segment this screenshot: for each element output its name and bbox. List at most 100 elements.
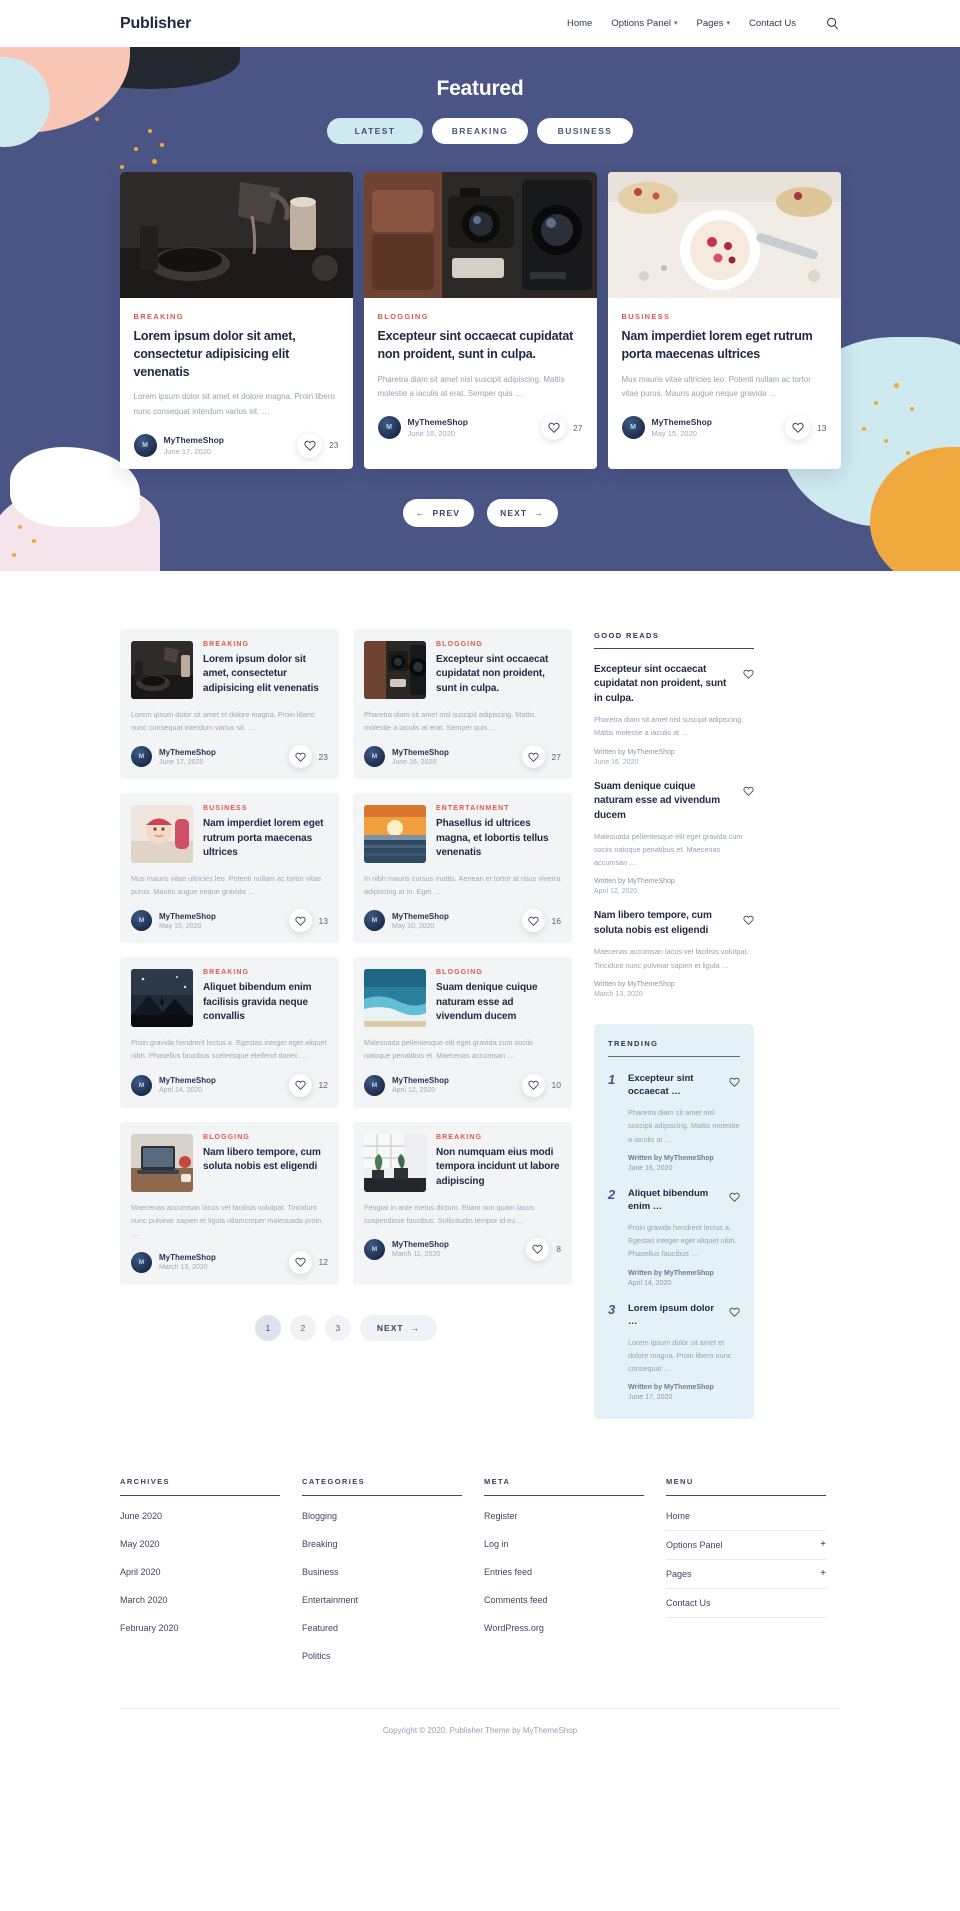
like-control[interactable]: 12 — [288, 1073, 328, 1097]
trending-title[interactable]: Lorem ipsum dolor … — [628, 1302, 723, 1330]
like-control[interactable]: 23 — [297, 432, 339, 458]
post-author[interactable]: M MyThemeShop June 16, 2020 — [377, 416, 468, 440]
heart-icon[interactable] — [288, 745, 312, 769]
post-author[interactable]: M MyThemeShop April 12, 2020 — [364, 1074, 449, 1096]
heart-icon[interactable] — [729, 1302, 740, 1322]
post-author[interactable]: M MyThemeShop April 14, 2020 — [131, 1074, 216, 1096]
footer-link[interactable]: Blogging — [302, 1502, 462, 1530]
like-control[interactable]: 8 — [526, 1237, 561, 1261]
next-button[interactable]: NEXT → — [486, 498, 558, 527]
heart-icon[interactable] — [526, 1237, 550, 1261]
post-category[interactable]: BREAKING — [134, 312, 339, 321]
footer-link[interactable]: Featured — [302, 1614, 462, 1642]
pagination-next-button[interactable]: NEXT → — [359, 1314, 438, 1341]
trending-item[interactable]: 3 Lorem ipsum dolor … Lorem ipsum dolor … — [608, 1287, 740, 1401]
post-card[interactable]: BREAKING Lorem ipsum dolor sit amet, con… — [120, 628, 339, 780]
post-title[interactable]: Phasellus id ultrices magna, et lobortis… — [436, 817, 561, 861]
good-reads-item[interactable]: Excepteur sint occaecat cupidatat non pr… — [594, 649, 754, 766]
post-category[interactable]: BLOGGING — [203, 1134, 328, 1141]
post-card[interactable]: BREAKING Aliquet bibendum enim facilisis… — [120, 957, 339, 1108]
footer-link[interactable]: February 2020 — [120, 1614, 280, 1642]
search-icon[interactable] — [825, 16, 840, 31]
trending-item[interactable]: 1 Excepteur sint occaecat … Pharetra dia… — [608, 1057, 740, 1172]
heart-icon[interactable] — [521, 745, 545, 769]
heart-icon[interactable] — [288, 909, 312, 933]
tab-business[interactable]: BUSINESS — [537, 118, 633, 144]
trending-title[interactable]: Aliquet bibendum enim … — [628, 1187, 723, 1215]
nav-item-home[interactable]: Home — [567, 18, 592, 29]
post-author[interactable]: M MyThemeShop May 10, 2020 — [364, 910, 449, 932]
post-card[interactable]: BLOGGING Suam denique cuique naturam ess… — [353, 957, 572, 1108]
featured-card[interactable]: BUSINESS Nam imperdiet lorem eget rutrum… — [607, 172, 841, 469]
trending-title[interactable]: Excepteur sint occaecat … — [628, 1072, 723, 1100]
like-control[interactable]: 16 — [521, 909, 561, 933]
good-reads-title[interactable]: Excepteur sint occaecat cupidatat non pr… — [594, 663, 735, 707]
footer-link[interactable]: Options Panel + — [666, 1531, 826, 1561]
post-title[interactable]: Lorem ipsum dolor sit amet, consectetur … — [134, 328, 339, 381]
nav-item-options-panel[interactable]: Options Panel ▾ — [611, 18, 677, 29]
heart-icon[interactable] — [729, 1072, 740, 1092]
post-title[interactable]: Lorem ipsum dolor sit amet, consectetur … — [203, 653, 328, 697]
post-category[interactable]: BUSINESS — [203, 805, 328, 812]
post-card[interactable]: BLOGGING Excepteur sint occaecat cupidat… — [353, 628, 572, 780]
featured-card[interactable]: BREAKING Lorem ipsum dolor sit amet, con… — [119, 172, 353, 469]
post-title[interactable]: Excepteur sint occaecat cupidatat non pr… — [378, 328, 583, 364]
heart-icon[interactable] — [743, 663, 754, 684]
post-category[interactable]: BREAKING — [436, 1134, 561, 1141]
footer-link[interactable]: Entries feed — [484, 1558, 644, 1586]
post-card[interactable]: BREAKING Non numquam eius modi tempora i… — [353, 1121, 572, 1285]
tab-latest[interactable]: LATEST — [327, 118, 423, 144]
footer-link[interactable]: Pages + — [666, 1560, 826, 1590]
post-title[interactable]: Aliquet bibendum enim facilisis gravida … — [203, 981, 328, 1025]
good-reads-item[interactable]: Nam libero tempore, cum soluta nobis est… — [594, 895, 754, 998]
footer-link[interactable]: Register — [484, 1502, 644, 1530]
expand-plus-icon[interactable]: + — [820, 1540, 826, 1550]
post-category[interactable]: BREAKING — [203, 969, 328, 976]
post-card[interactable]: BLOGGING Nam libero tempore, cum soluta … — [120, 1121, 339, 1285]
footer-link[interactable]: March 2020 — [120, 1586, 280, 1614]
heart-icon[interactable] — [521, 909, 545, 933]
footer-link[interactable]: Politics — [302, 1642, 462, 1670]
post-category[interactable]: BREAKING — [203, 641, 328, 648]
heart-icon[interactable] — [288, 1250, 312, 1274]
trending-item[interactable]: 2 Aliquet bibendum enim … Proin gravida … — [608, 1172, 740, 1287]
footer-link[interactable]: Breaking — [302, 1530, 462, 1558]
good-reads-title[interactable]: Nam libero tempore, cum soluta nobis est… — [594, 909, 735, 938]
like-control[interactable]: 27 — [541, 415, 583, 441]
post-author[interactable]: M MyThemeShop June 17, 2020 — [131, 746, 216, 768]
footer-link[interactable]: May 2020 — [120, 1530, 280, 1558]
post-category[interactable]: BLOGGING — [436, 641, 561, 648]
post-category[interactable]: BUSINESS — [622, 312, 827, 321]
heart-icon[interactable] — [288, 1073, 312, 1097]
post-author[interactable]: M MyThemeShop June 17, 2020 — [133, 433, 224, 457]
nav-item-pages[interactable]: Pages ▾ — [697, 18, 730, 29]
heart-icon[interactable] — [297, 432, 323, 458]
post-author[interactable]: M MyThemeShop March 11, 2020 — [364, 1238, 449, 1260]
heart-icon[interactable] — [541, 415, 567, 441]
heart-icon[interactable] — [743, 909, 754, 930]
heart-icon[interactable] — [521, 1073, 545, 1097]
footer-link[interactable]: WordPress.org — [484, 1614, 644, 1642]
site-brand[interactable]: Publisher — [120, 15, 191, 33]
post-category[interactable]: BLOGGING — [378, 312, 583, 321]
post-category[interactable]: BLOGGING — [436, 969, 561, 976]
post-author[interactable]: M MyThemeShop June 16, 2020 — [364, 746, 449, 768]
footer-link[interactable]: April 2020 — [120, 1558, 280, 1586]
post-card[interactable]: BUSINESS Nam imperdiet lorem eget rutrum… — [120, 793, 339, 944]
good-reads-title[interactable]: Suam denique cuique naturam esse ad vive… — [594, 780, 735, 824]
page-2-button[interactable]: 2 — [289, 1314, 316, 1341]
like-control[interactable]: 12 — [288, 1250, 328, 1274]
post-title[interactable]: Excepteur sint occaecat cupidatat non pr… — [436, 653, 561, 697]
prev-button[interactable]: ← PREV — [402, 498, 474, 527]
post-title[interactable]: Nam imperdiet lorem eget rutrum porta ma… — [622, 328, 827, 364]
post-author[interactable]: M MyThemeShop May 15, 2020 — [131, 910, 216, 932]
footer-link[interactable]: Entertainment — [302, 1586, 462, 1614]
footer-link[interactable]: Business — [302, 1558, 462, 1586]
page-3-button[interactable]: 3 — [324, 1314, 351, 1341]
footer-link[interactable]: Log in — [484, 1530, 644, 1558]
like-control[interactable]: 13 — [785, 415, 827, 441]
post-card[interactable]: ENTERTAINMENT Phasellus id ultrices magn… — [353, 793, 572, 944]
like-control[interactable]: 10 — [521, 1073, 561, 1097]
footer-link[interactable]: Contact Us — [666, 1589, 826, 1619]
heart-icon[interactable] — [729, 1187, 740, 1207]
